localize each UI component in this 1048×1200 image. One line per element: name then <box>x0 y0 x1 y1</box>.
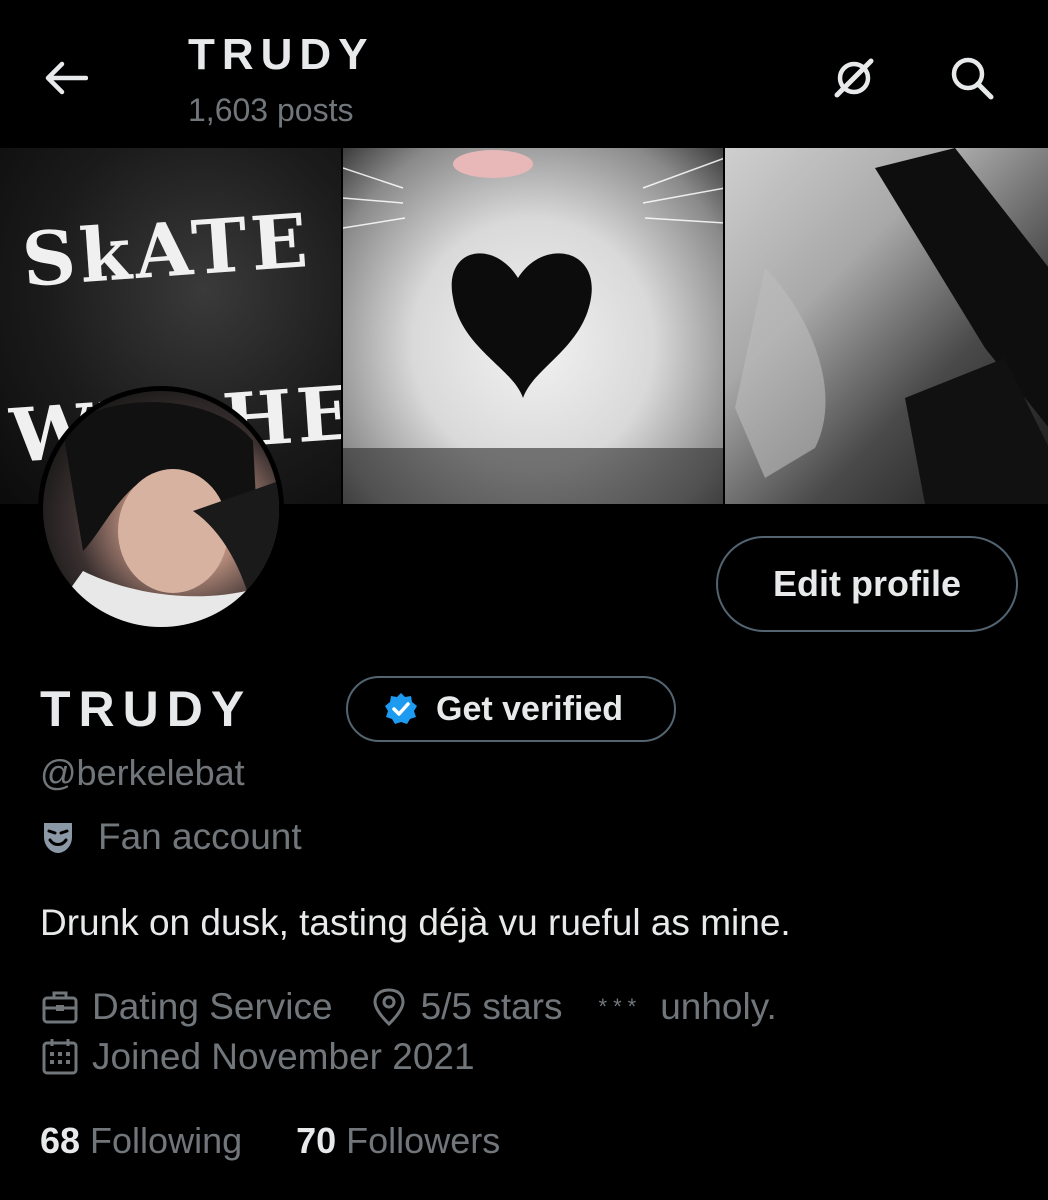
arrow-left-icon <box>45 61 88 95</box>
category-label: Fan account <box>98 816 302 857</box>
banner-text-line1: SkATE <box>19 198 315 304</box>
get-verified-button[interactable]: Get verified <box>346 676 676 742</box>
following-count: 68 <box>40 1120 81 1161</box>
banner-image-boots <box>725 148 1048 504</box>
profile-meta: Dating Service 5/5 stars *** unholy. <box>40 986 777 1028</box>
fan-mask-icon <box>44 823 72 853</box>
avatar[interactable] <box>38 386 284 632</box>
following-link[interactable]: 68 Following <box>40 1120 242 1162</box>
search-icon <box>951 57 994 100</box>
profession-item: Dating Service <box>40 986 333 1028</box>
edit-profile-button[interactable]: Edit profile <box>716 536 1018 632</box>
get-verified-label: Get verified <box>436 689 624 728</box>
calendar-icon <box>42 1039 78 1075</box>
profile-bio: Drunk on dusk, tasting déjà vu rueful as… <box>40 902 791 943</box>
header-title: TRUDY <box>188 30 375 79</box>
avatar-portrait <box>43 402 279 627</box>
profession-label: Dating Service <box>92 986 333 1027</box>
joined-row: Joined November 2021 <box>40 1036 511 1078</box>
back-button[interactable] <box>40 52 92 104</box>
followers-link[interactable]: 70 Followers <box>296 1120 500 1162</box>
grok-slash-icon <box>834 58 874 98</box>
boots-shape <box>735 148 1048 504</box>
joined-item: Joined November 2021 <box>40 1036 475 1078</box>
profile-handle: @berkelebat <box>40 752 245 793</box>
joined-label: Joined November 2021 <box>92 1036 475 1077</box>
following-label: Following <box>90 1120 243 1161</box>
banner-image-cat <box>342 148 724 504</box>
cat-chin-shape <box>342 150 724 504</box>
profile-category: Fan account <box>40 816 302 858</box>
profile-display-name: TRUDY <box>40 681 253 737</box>
stars-decoration: *** <box>598 994 643 1019</box>
briefcase-icon <box>42 991 78 1024</box>
location-label: 5/5 stars <box>420 986 563 1027</box>
post-count: 1,603 posts <box>188 92 354 128</box>
follow-stats: 68 Following 70 Followers <box>40 1120 554 1162</box>
followers-label: Followers <box>346 1120 501 1161</box>
location-pin-icon <box>373 988 405 1027</box>
grok-button[interactable] <box>826 50 882 106</box>
website-label: unholy. <box>660 986 777 1027</box>
followers-count: 70 <box>296 1120 337 1161</box>
top-bar: TRUDY 1,603 posts <box>0 0 1048 148</box>
location-item: 5/5 stars <box>369 986 563 1028</box>
search-button[interactable] <box>944 50 1000 106</box>
verified-badge-icon <box>385 693 417 724</box>
